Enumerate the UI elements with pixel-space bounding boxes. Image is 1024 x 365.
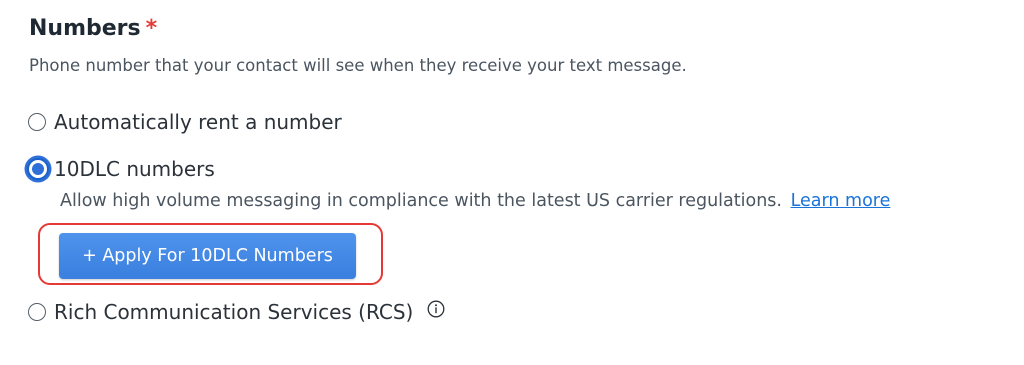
radio-10dlc[interactable] bbox=[27, 158, 49, 180]
radio-auto-rent[interactable] bbox=[28, 113, 46, 131]
learn-more-link[interactable]: Learn more bbox=[791, 191, 891, 211]
option-rcs-label: Rich Communication Services (RCS) bbox=[54, 300, 414, 324]
field-title: Numbers * bbox=[29, 16, 157, 41]
info-icon[interactable] bbox=[427, 300, 445, 318]
option-10dlc-description-text: Allow high volume messaging in complianc… bbox=[60, 191, 782, 211]
option-auto-rent-label: Automatically rent a number bbox=[54, 110, 342, 134]
required-marker: * bbox=[145, 16, 158, 41]
option-rcs[interactable]: Rich Communication Services (RCS) bbox=[28, 300, 445, 324]
option-10dlc-description: Allow high volume messaging in complianc… bbox=[60, 191, 890, 211]
option-auto-rent[interactable]: Automatically rent a number bbox=[28, 110, 342, 134]
option-10dlc-label: 10DLC numbers bbox=[54, 157, 215, 181]
apply-10dlc-button[interactable]: + Apply For 10DLC Numbers bbox=[59, 233, 356, 279]
field-title-text: Numbers bbox=[29, 16, 141, 41]
option-10dlc[interactable]: 10DLC numbers bbox=[27, 157, 215, 181]
radio-rcs[interactable] bbox=[28, 303, 46, 321]
field-description: Phone number that your contact will see … bbox=[29, 56, 687, 75]
numbers-section: Numbers * Phone number that your contact … bbox=[0, 0, 1024, 365]
